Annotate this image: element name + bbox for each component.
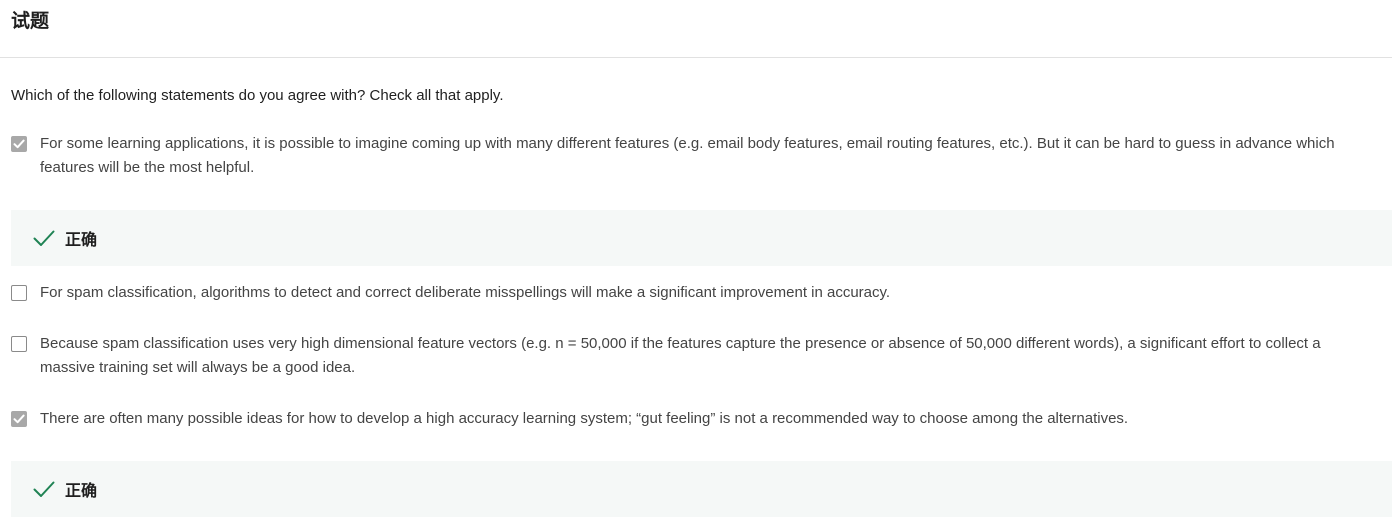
feedback-label: 正确 <box>65 232 98 249</box>
feedback-label: 正确 <box>65 483 98 500</box>
option-3-checkbox[interactable] <box>11 336 27 352</box>
correct-check-icon <box>33 230 55 246</box>
option-2-text: For spam classification, algorithms to d… <box>40 284 891 301</box>
option-4-checkbox[interactable] <box>11 411 27 427</box>
page-title: 试题 <box>11 11 50 32</box>
option-4-feedback: 正确 <box>11 461 1392 517</box>
option-3[interactable]: Because spam classification uses very hi… <box>11 335 1371 380</box>
option-1-text: For some learning applications, it is po… <box>40 135 1335 176</box>
option-3-text: Because spam classification uses very hi… <box>40 335 1321 376</box>
correct-check-icon <box>33 481 55 497</box>
option-1[interactable]: For some learning applications, it is po… <box>11 135 1371 180</box>
checkbox-check-icon <box>13 139 25 149</box>
option-2-checkbox[interactable] <box>11 285 27 301</box>
question-prompt: Which of the following statements do you… <box>11 87 504 104</box>
option-1-checkbox[interactable] <box>11 136 27 152</box>
checkbox-check-icon <box>13 414 25 424</box>
option-2[interactable]: For spam classification, algorithms to d… <box>11 284 1371 305</box>
option-1-feedback: 正确 <box>11 210 1392 266</box>
page-header: 试题 <box>0 0 1392 58</box>
option-4-text: There are often many possible ideas for … <box>40 410 1129 427</box>
option-4[interactable]: There are often many possible ideas for … <box>11 410 1371 431</box>
